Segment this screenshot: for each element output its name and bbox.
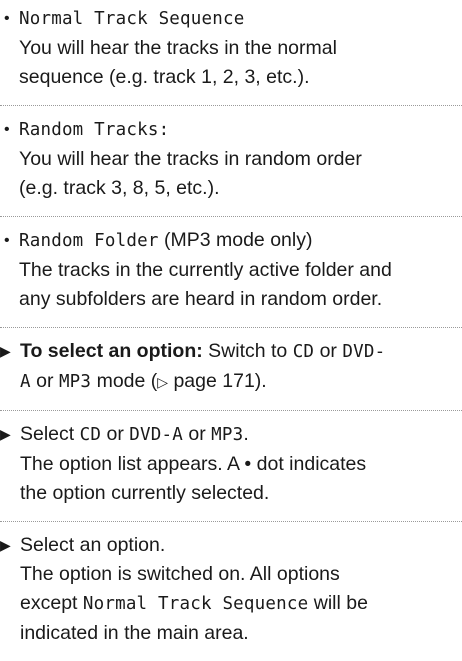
bullet-icon: •: [4, 232, 10, 249]
dotted-divider: [0, 410, 462, 412]
step-text: Select an option.: [20, 534, 166, 556]
step-result-text: The option list appears. A: [20, 453, 245, 475]
step-result-text: the option currently selected.: [20, 482, 270, 504]
step-text: Switch to: [202, 340, 293, 362]
step-arrow-icon: ▶: [0, 426, 11, 442]
option-suffix: (MP3 mode only): [158, 229, 313, 251]
dotted-divider: [0, 105, 462, 107]
dotted-divider: [0, 216, 462, 218]
step-result-text: dot indicates: [251, 453, 367, 475]
step-arrow-icon: ▶: [0, 537, 11, 553]
step-result-text: The option is switched on. All options: [20, 563, 340, 585]
step-result-text: will be: [308, 592, 368, 614]
option-description-line: any subfolders are heard in random order…: [19, 288, 383, 310]
dotted-divider: [0, 327, 462, 329]
option-title: Random Tracks:: [19, 120, 170, 140]
bullet-icon: •: [4, 121, 10, 138]
dotted-divider: [0, 521, 462, 523]
step-text: or: [101, 423, 130, 445]
step-heading: To select an option:: [20, 340, 203, 362]
mode-cd: CD: [292, 342, 315, 362]
option-description-line: The tracks in the currently active folde…: [19, 259, 392, 281]
manual-page: • Normal Track Sequence You will hear th…: [0, 4, 462, 661]
mode-mp3: MP3: [211, 425, 244, 445]
page-reference-icon: ▷: [157, 374, 169, 390]
step-result-text: except: [20, 592, 83, 614]
step-text: or: [182, 423, 212, 445]
step-text: or: [30, 370, 59, 392]
page-reference-text: page 171).: [168, 370, 267, 392]
option-title: Random Folder: [19, 231, 159, 251]
step-text: .: [243, 423, 249, 445]
mode-mp3: MP3: [58, 372, 92, 392]
mode-cd: CD: [79, 425, 102, 445]
step-select-option: ▶ Select an option. The option is switch…: [0, 531, 462, 648]
step-result-text: indicated in the main area.: [20, 622, 249, 644]
instruction-steps: ▶ To select an option: Switch to CD or D…: [0, 337, 462, 648]
option-normal-track-sequence: • Normal Track Sequence You will hear th…: [0, 4, 462, 92]
options-list: • Normal Track Sequence You will hear th…: [0, 4, 462, 329]
step-text: Select: [20, 423, 80, 445]
step-arrow-icon: ▶: [0, 343, 11, 359]
step-select-mode: ▶ To select an option: Switch to CD or D…: [0, 337, 462, 397]
option-name-normal-track-sequence: Normal Track Sequence: [82, 594, 309, 614]
option-random-tracks: • Random Tracks: You will hear the track…: [0, 115, 462, 203]
bullet-icon: •: [4, 10, 10, 27]
step-text: or: [314, 340, 343, 362]
mode-dvd-a-cont: A: [20, 372, 31, 392]
step-select-source: ▶ Select CD or DVD-A or MP3. The option …: [0, 420, 462, 508]
option-description-line: You will hear the tracks in random order: [19, 148, 362, 170]
option-random-folder: • Random Folder (MP3 mode only) The trac…: [0, 226, 462, 314]
option-description-line: You will hear the tracks in the normal: [19, 37, 337, 59]
step-text: mode (: [91, 370, 158, 392]
option-title: Normal Track Sequence: [19, 9, 245, 29]
mode-dvd-a: DVD-A: [129, 425, 183, 445]
mode-dvd-a: DVD-: [342, 342, 386, 362]
option-description-line: (e.g. track 3, 8, 5, etc.).: [19, 177, 220, 199]
option-description-line: sequence (e.g. track 1, 2, 3, etc.).: [19, 66, 310, 88]
